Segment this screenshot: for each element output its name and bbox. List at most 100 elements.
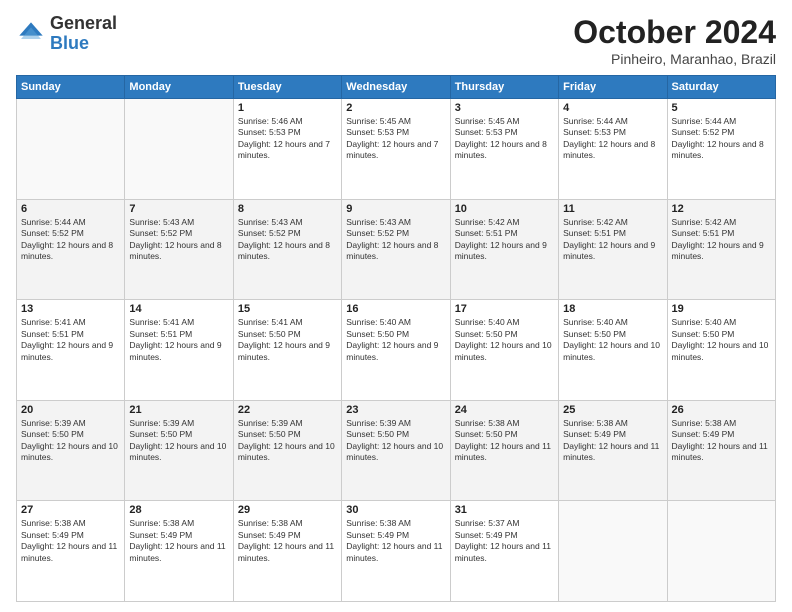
calendar-cell: 6 Sunrise: 5:44 AMSunset: 5:52 PMDaylight… bbox=[17, 199, 125, 300]
calendar-cell: 1 Sunrise: 5:46 AMSunset: 5:53 PMDaylight… bbox=[233, 99, 341, 200]
calendar-cell: 25Sunrise: 5:38 AMSunset: 5:49 PMDayligh… bbox=[559, 400, 667, 501]
calendar-cell: 15 Sunrise: 5:41 AMSunset: 5:50 PMDayligh… bbox=[233, 300, 341, 401]
day-info: Sunrise: 5:38 AMSunset: 5:49 PMDaylight:… bbox=[21, 518, 120, 564]
day-info: Sunrise: 5:40 AMSunset: 5:50 PMDaylight:… bbox=[563, 317, 662, 363]
day-number: 14 bbox=[129, 303, 228, 315]
calendar-cell: 10Sunrise: 5:42 AMSunset: 5:51 PMDayligh… bbox=[450, 199, 558, 300]
logo-general: General bbox=[50, 13, 117, 33]
day-number: 10 bbox=[455, 203, 554, 215]
col-header-tuesday: Tuesday bbox=[233, 76, 341, 99]
day-info: Sunrise: 5:42 AMSunset: 5:51 PMDaylight:… bbox=[672, 217, 771, 263]
logo-text: General Blue bbox=[50, 14, 117, 54]
calendar-cell: 19 Sunrise: 5:40 AMSunset: 5:50 PMDayligh… bbox=[667, 300, 775, 401]
logo-icon bbox=[16, 19, 46, 49]
calendar-cell bbox=[559, 501, 667, 602]
calendar-cell: 31 Sunrise: 5:37 AMSunset: 5:49 PMDayligh… bbox=[450, 501, 558, 602]
day-number: 19 bbox=[672, 303, 771, 315]
calendar-cell: 3 Sunrise: 5:45 AMSunset: 5:53 PMDaylight… bbox=[450, 99, 558, 200]
day-info: Sunrise: 5:38 AMSunset: 5:49 PMDaylight:… bbox=[346, 518, 445, 564]
calendar-table: SundayMondayTuesdayWednesdayThursdayFrid… bbox=[16, 75, 776, 602]
calendar-cell: 12Sunrise: 5:42 AMSunset: 5:51 PMDayligh… bbox=[667, 199, 775, 300]
calendar-cell: 21 Sunrise: 5:39 AMSunset: 5:50 PMDayligh… bbox=[125, 400, 233, 501]
calendar-cell: 20 Sunrise: 5:39 AMSunset: 5:50 PMDayligh… bbox=[17, 400, 125, 501]
day-number: 4 bbox=[563, 102, 662, 114]
calendar-cell: 27 Sunrise: 5:38 AMSunset: 5:49 PMDayligh… bbox=[17, 501, 125, 602]
calendar-cell bbox=[125, 99, 233, 200]
calendar-cell: 24 Sunrise: 5:38 AMSunset: 5:50 PMDayligh… bbox=[450, 400, 558, 501]
day-number: 18 bbox=[563, 303, 662, 315]
week-row-5: 27 Sunrise: 5:38 AMSunset: 5:49 PMDayligh… bbox=[17, 501, 776, 602]
day-info: Sunrise: 5:44 AMSunset: 5:53 PMDaylight:… bbox=[563, 116, 662, 162]
col-header-monday: Monday bbox=[125, 76, 233, 99]
day-info: Sunrise: 5:39 AMSunset: 5:50 PMDaylight:… bbox=[21, 418, 120, 464]
calendar-cell: 23 Sunrise: 5:39 AMSunset: 5:50 PMDayligh… bbox=[342, 400, 450, 501]
calendar-cell: 2Sunrise: 5:45 AMSunset: 5:53 PMDaylight… bbox=[342, 99, 450, 200]
day-info: Sunrise: 5:44 AMSunset: 5:52 PMDaylight:… bbox=[672, 116, 771, 162]
calendar-cell: 22 Sunrise: 5:39 AMSunset: 5:50 PMDayligh… bbox=[233, 400, 341, 501]
day-info: Sunrise: 5:39 AMSunset: 5:50 PMDaylight:… bbox=[129, 418, 228, 464]
day-number: 3 bbox=[455, 102, 554, 114]
day-info: Sunrise: 5:39 AMSunset: 5:50 PMDaylight:… bbox=[238, 418, 337, 464]
day-number: 16 bbox=[346, 303, 445, 315]
day-number: 6 bbox=[21, 203, 120, 215]
week-row-3: 13Sunrise: 5:41 AMSunset: 5:51 PMDayligh… bbox=[17, 300, 776, 401]
day-number: 9 bbox=[346, 203, 445, 215]
col-header-wednesday: Wednesday bbox=[342, 76, 450, 99]
day-info: Sunrise: 5:40 AMSunset: 5:50 PMDaylight:… bbox=[346, 317, 445, 363]
calendar-cell: 9 Sunrise: 5:43 AMSunset: 5:52 PMDaylight… bbox=[342, 199, 450, 300]
calendar-cell: 18 Sunrise: 5:40 AMSunset: 5:50 PMDayligh… bbox=[559, 300, 667, 401]
day-info: Sunrise: 5:43 AMSunset: 5:52 PMDaylight:… bbox=[129, 217, 228, 263]
day-number: 21 bbox=[129, 404, 228, 416]
day-number: 31 bbox=[455, 504, 554, 516]
calendar-cell: 11Sunrise: 5:42 AMSunset: 5:51 PMDayligh… bbox=[559, 199, 667, 300]
logo-blue: Blue bbox=[50, 33, 89, 53]
day-number: 1 bbox=[238, 102, 337, 114]
day-info: Sunrise: 5:41 AMSunset: 5:51 PMDaylight:… bbox=[129, 317, 228, 363]
day-info: Sunrise: 5:42 AMSunset: 5:51 PMDaylight:… bbox=[563, 217, 662, 263]
day-info: Sunrise: 5:41 AMSunset: 5:50 PMDaylight:… bbox=[238, 317, 337, 363]
day-info: Sunrise: 5:40 AMSunset: 5:50 PMDaylight:… bbox=[672, 317, 771, 363]
day-number: 24 bbox=[455, 404, 554, 416]
calendar-cell: 5 Sunrise: 5:44 AMSunset: 5:52 PMDaylight… bbox=[667, 99, 775, 200]
day-info: Sunrise: 5:38 AMSunset: 5:50 PMDaylight:… bbox=[455, 418, 554, 464]
day-info: Sunrise: 5:41 AMSunset: 5:51 PMDaylight:… bbox=[21, 317, 120, 363]
day-info: Sunrise: 5:43 AMSunset: 5:52 PMDaylight:… bbox=[238, 217, 337, 263]
calendar-cell: 17Sunrise: 5:40 AMSunset: 5:50 PMDayligh… bbox=[450, 300, 558, 401]
day-number: 15 bbox=[238, 303, 337, 315]
day-number: 27 bbox=[21, 504, 120, 516]
day-info: Sunrise: 5:38 AMSunset: 5:49 PMDaylight:… bbox=[238, 518, 337, 564]
day-number: 5 bbox=[672, 102, 771, 114]
day-info: Sunrise: 5:45 AMSunset: 5:53 PMDaylight:… bbox=[346, 116, 445, 162]
week-row-2: 6 Sunrise: 5:44 AMSunset: 5:52 PMDaylight… bbox=[17, 199, 776, 300]
day-info: Sunrise: 5:43 AMSunset: 5:52 PMDaylight:… bbox=[346, 217, 445, 263]
day-number: 23 bbox=[346, 404, 445, 416]
location: Pinheiro, Maranhao, Brazil bbox=[573, 51, 776, 67]
calendar-cell: 14 Sunrise: 5:41 AMSunset: 5:51 PMDayligh… bbox=[125, 300, 233, 401]
calendar-cell: 7Sunrise: 5:43 AMSunset: 5:52 PMDaylight… bbox=[125, 199, 233, 300]
week-row-4: 20 Sunrise: 5:39 AMSunset: 5:50 PMDayligh… bbox=[17, 400, 776, 501]
col-header-friday: Friday bbox=[559, 76, 667, 99]
calendar-cell bbox=[667, 501, 775, 602]
day-info: Sunrise: 5:38 AMSunset: 5:49 PMDaylight:… bbox=[563, 418, 662, 464]
day-number: 28 bbox=[129, 504, 228, 516]
day-number: 20 bbox=[21, 404, 120, 416]
day-number: 30 bbox=[346, 504, 445, 516]
day-info: Sunrise: 5:46 AMSunset: 5:53 PMDaylight:… bbox=[238, 116, 337, 162]
header-row: SundayMondayTuesdayWednesdayThursdayFrid… bbox=[17, 76, 776, 99]
day-info: Sunrise: 5:39 AMSunset: 5:50 PMDaylight:… bbox=[346, 418, 445, 464]
day-number: 29 bbox=[238, 504, 337, 516]
day-number: 22 bbox=[238, 404, 337, 416]
week-row-1: 1 Sunrise: 5:46 AMSunset: 5:53 PMDaylight… bbox=[17, 99, 776, 200]
day-info: Sunrise: 5:38 AMSunset: 5:49 PMDaylight:… bbox=[672, 418, 771, 464]
day-info: Sunrise: 5:37 AMSunset: 5:49 PMDaylight:… bbox=[455, 518, 554, 564]
title-block: October 2024 Pinheiro, Maranhao, Brazil bbox=[573, 14, 776, 67]
day-info: Sunrise: 5:38 AMSunset: 5:49 PMDaylight:… bbox=[129, 518, 228, 564]
calendar-cell: 4 Sunrise: 5:44 AMSunset: 5:53 PMDaylight… bbox=[559, 99, 667, 200]
day-info: Sunrise: 5:44 AMSunset: 5:52 PMDaylight:… bbox=[21, 217, 120, 263]
col-header-thursday: Thursday bbox=[450, 76, 558, 99]
day-info: Sunrise: 5:45 AMSunset: 5:53 PMDaylight:… bbox=[455, 116, 554, 162]
calendar-cell: 16 Sunrise: 5:40 AMSunset: 5:50 PMDayligh… bbox=[342, 300, 450, 401]
month-year: October 2024 bbox=[573, 14, 776, 51]
logo: General Blue bbox=[16, 14, 117, 54]
day-number: 17 bbox=[455, 303, 554, 315]
